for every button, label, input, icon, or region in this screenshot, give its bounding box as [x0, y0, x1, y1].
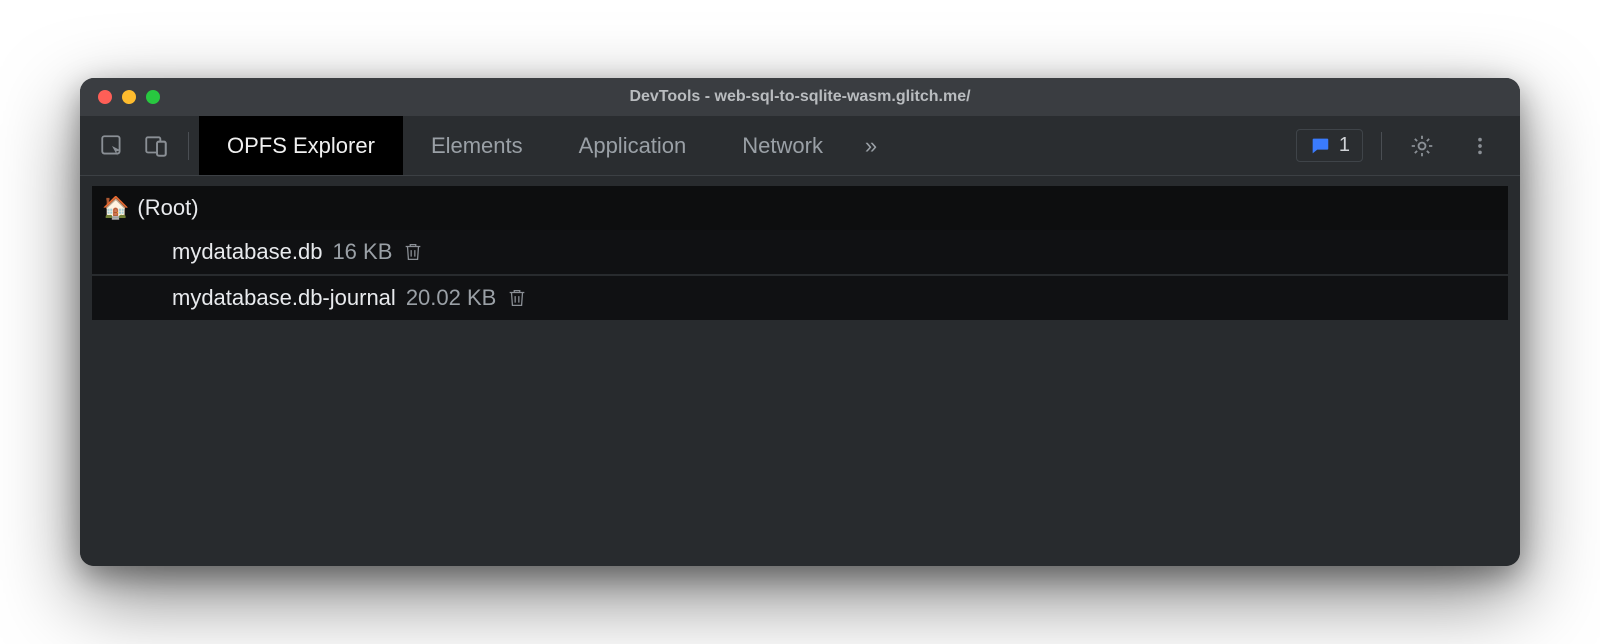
file-name: mydatabase.db — [172, 239, 322, 265]
delete-file-button[interactable] — [402, 241, 424, 263]
toolbar-right: 1 — [1296, 128, 1510, 164]
tree-root-label: (Root) — [137, 195, 198, 221]
toolbar-separator — [1381, 132, 1382, 160]
maximize-window-button[interactable] — [146, 90, 160, 104]
more-menu-button[interactable] — [1462, 128, 1498, 164]
traffic-lights — [80, 90, 160, 104]
issues-count: 1 — [1339, 134, 1350, 157]
minimize-window-button[interactable] — [122, 90, 136, 104]
kebab-icon — [1469, 135, 1491, 157]
tab-strip: OPFS Explorer Elements Application Netwo… — [199, 116, 891, 175]
titlebar: DevTools - web-sql-to-sqlite-wasm.glitch… — [80, 78, 1520, 116]
close-window-button[interactable] — [98, 90, 112, 104]
inspect-element-icon[interactable] — [94, 128, 130, 164]
gear-icon — [1409, 133, 1435, 159]
device-toolbar-icon[interactable] — [138, 128, 174, 164]
home-icon: 🏠 — [102, 195, 129, 221]
tab-application[interactable]: Application — [551, 116, 715, 175]
window-title: DevTools - web-sql-to-sqlite-wasm.glitch… — [80, 88, 1520, 106]
issues-button[interactable]: 1 — [1296, 129, 1363, 162]
file-size: 16 KB — [332, 239, 392, 265]
file-row[interactable]: mydatabase.db 16 KB — [92, 230, 1508, 274]
trash-icon — [402, 241, 424, 263]
trash-icon — [506, 287, 528, 309]
tab-elements[interactable]: Elements — [403, 116, 551, 175]
tab-opfs-explorer[interactable]: OPFS Explorer — [199, 116, 403, 175]
tab-network[interactable]: Network — [714, 116, 851, 175]
settings-button[interactable] — [1404, 128, 1440, 164]
chat-icon — [1309, 135, 1331, 157]
devtools-window: DevTools - web-sql-to-sqlite-wasm.glitch… — [80, 78, 1520, 566]
delete-file-button[interactable] — [506, 287, 528, 309]
opfs-content: 🏠 (Root) mydatabase.db 16 KB mydatabase.… — [80, 176, 1520, 566]
more-tabs-button[interactable]: » — [851, 116, 891, 175]
file-row[interactable]: mydatabase.db-journal 20.02 KB — [92, 276, 1508, 320]
tree-root-row[interactable]: 🏠 (Root) — [92, 186, 1508, 230]
toolbar: OPFS Explorer Elements Application Netwo… — [80, 116, 1520, 176]
toolbar-separator — [188, 132, 189, 160]
file-name: mydatabase.db-journal — [172, 285, 396, 311]
file-size: 20.02 KB — [406, 285, 497, 311]
